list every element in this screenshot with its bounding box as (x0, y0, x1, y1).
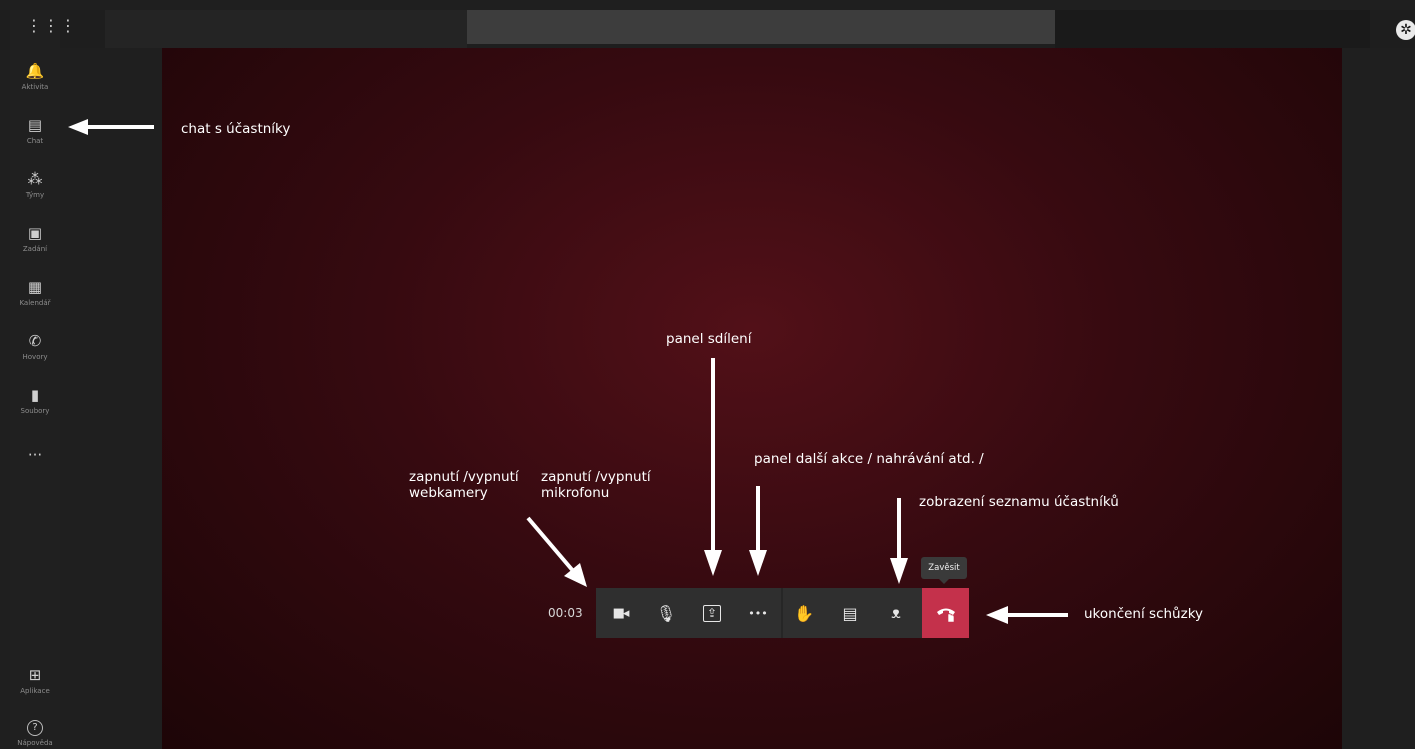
rail-item-assignments[interactable]: ▣ Zadání (10, 224, 60, 253)
rail-item-chat[interactable]: ▤ Chat (10, 116, 60, 145)
top-bar-right (1055, 10, 1370, 48)
chat-icon: ▤ (27, 116, 43, 134)
chat-toggle-button[interactable]: ▤ (832, 588, 868, 638)
arrow-to-more-actions (749, 486, 767, 576)
bell-icon: 🔔 (25, 62, 45, 80)
hangup-button[interactable] (922, 588, 969, 638)
rail-label-assignments: Zadání (22, 245, 48, 253)
stage-right-margin (1342, 48, 1415, 749)
search-bar[interactable] (467, 10, 1055, 44)
more-actions-button[interactable]: ••• (740, 588, 776, 638)
user-avatar[interactable]: ✲ (1396, 20, 1415, 40)
annotation-participants: zobrazení seznamu účastníků (919, 494, 1119, 510)
annotation-camera-line2: webkamery (409, 485, 488, 501)
arrow-to-participants (890, 498, 908, 584)
assignments-icon: ▣ (27, 224, 43, 242)
hangup-tooltip-label: Zavěsit (928, 563, 960, 573)
rail-label-files: Soubory (20, 407, 50, 415)
apps-icon: ⊞ (28, 666, 42, 684)
more-icon: ··· (27, 446, 43, 464)
share-tray-icon: ⇪ (703, 604, 721, 622)
calendar-icon: ▦ (27, 278, 43, 296)
arrow-to-share (704, 358, 722, 576)
rail-item-apps[interactable]: ⊞ Aplikace (10, 666, 60, 695)
rail-item-teams[interactable]: ⁂ Týmy (10, 170, 60, 199)
arrow-to-hangup (986, 606, 1068, 624)
stage-left-margin (60, 48, 162, 749)
participants-button[interactable]: ᴥ (878, 588, 914, 638)
annotation-share: panel sdílení (666, 331, 752, 347)
camera-icon: ■◂ (612, 605, 630, 621)
top-bar-left (105, 10, 467, 48)
rail-item-calendar[interactable]: ▦ Kalendář (10, 278, 60, 307)
rail-label-chat: Chat (26, 137, 44, 145)
microphone-toggle-button[interactable]: 🎙 (648, 588, 684, 638)
annotation-mic: zapnutí /vypnutí mikrofonu (541, 469, 651, 501)
rail-label-calls: Hovory (22, 353, 48, 361)
annotation-mic-line2: mikrofonu (541, 485, 610, 501)
camera-toggle-button[interactable]: ■◂ (602, 588, 638, 638)
annotation-hangup: ukončení schůzky (1084, 606, 1204, 622)
chat-toggle-icon: ▤ (842, 603, 858, 623)
annotation-more-actions: panel další akce / nahrávání atd. / (754, 451, 984, 467)
arrow-to-chat (68, 119, 154, 135)
annotation-camera-line1: zapnutí /vypnutí (409, 469, 519, 485)
rail-label-help: Nápověda (17, 739, 53, 747)
help-icon: ? (27, 720, 43, 736)
rail-item-help[interactable]: ? Nápověda (10, 720, 60, 747)
rail-item-activity[interactable]: 🔔 Aktivita (10, 62, 60, 91)
participants-icon: ᴥ (891, 603, 901, 622)
calls-icon: ✆ (28, 332, 42, 350)
share-tray-button[interactable]: ⇪ (694, 588, 730, 638)
rail-label-activity: Aktivita (21, 83, 49, 91)
meeting-stage (162, 48, 1342, 749)
files-icon: ▮ (30, 386, 40, 404)
annotation-mic-line1: zapnutí /vypnutí (541, 469, 651, 485)
annotation-camera: zapnutí /vypnutí webkamery (409, 469, 519, 501)
microphone-icon: 🎙 (655, 603, 677, 623)
rail-label-apps: Aplikace (20, 687, 50, 695)
rail-label-calendar: Kalendář (19, 299, 51, 307)
teams-icon: ⁂ (27, 170, 43, 188)
rail-item-more[interactable]: ··· (10, 446, 60, 464)
rail-label-teams: Týmy (25, 191, 45, 199)
annotation-chat: chat s účastníky (181, 121, 291, 137)
hangup-icon (936, 608, 955, 623)
arrow-to-camera (526, 516, 587, 587)
rail-item-calls[interactable]: ✆ Hovory (10, 332, 60, 361)
call-timer: 00:03 (548, 606, 583, 620)
call-controls-divider (781, 588, 783, 638)
more-actions-icon: ••• (748, 606, 768, 620)
raise-hand-button[interactable]: ✋ (786, 588, 822, 638)
rail-item-files[interactable]: ▮ Soubory (10, 386, 60, 415)
waffle-icon[interactable]: ⋮⋮⋮ (26, 16, 77, 35)
raise-hand-icon: ✋ (794, 603, 814, 623)
hangup-tooltip: Zavěsit (921, 557, 967, 584)
